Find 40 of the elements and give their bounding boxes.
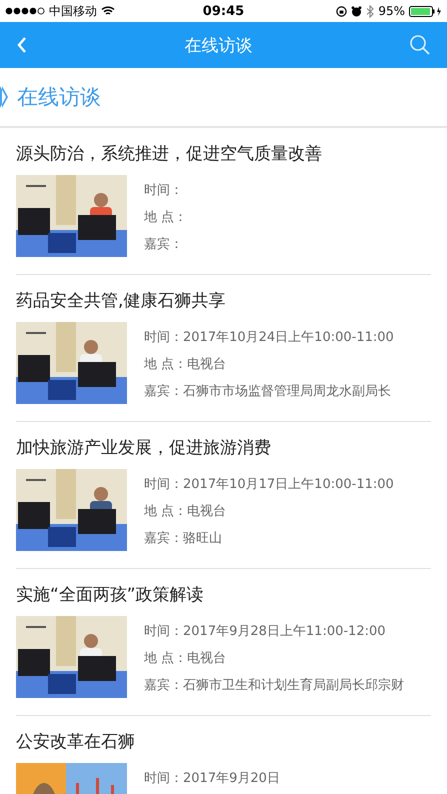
- bluetooth-icon: [366, 4, 374, 18]
- field-label: 时间：: [144, 476, 183, 493]
- field-label: 地 点：: [144, 356, 188, 373]
- interview-title[interactable]: 源头防治，系统推进，促进空气质量改善: [16, 142, 431, 165]
- interview-title[interactable]: 实施“全面两孩”政策解读: [16, 583, 431, 606]
- field-label: 地 点：: [144, 503, 188, 520]
- field-value: 2017年10月24日上午10:00-11:00: [183, 329, 394, 346]
- field-value: 石狮市市场监督管理局周龙水副局长: [183, 383, 391, 400]
- field-value: 骆旺山: [183, 530, 222, 547]
- field-value: 2017年9月20日: [183, 770, 280, 787]
- interview-title[interactable]: 药品安全共管,健康石狮共享: [16, 289, 431, 312]
- field-label: 时间：: [144, 182, 183, 199]
- page-title: 在线访谈: [184, 34, 252, 56]
- field-value: 电视台: [187, 650, 226, 667]
- field-value: 石狮市卫生和计划生育局副局长邱宗财: [183, 676, 404, 694]
- field-label: 地 点：: [144, 650, 188, 667]
- interview-title[interactable]: 公安改革在石狮: [16, 730, 431, 753]
- field-label: 嘉宾：: [144, 236, 183, 253]
- field-value: 2017年10月17日上午10:00-11:00: [183, 476, 394, 493]
- battery-percent: 95%: [378, 4, 405, 18]
- field-label: 嘉宾：: [144, 530, 183, 547]
- field-value: 电视台: [187, 356, 226, 373]
- field-label: 地 点：: [144, 209, 188, 226]
- signal-icon: [5, 7, 45, 15]
- field-value: 2017年9月28日上午11:00-12:00: [183, 623, 386, 640]
- field-label: 嘉宾：: [144, 383, 183, 400]
- rotation-lock-icon: [336, 6, 348, 16]
- battery-charging-icon: [409, 6, 442, 16]
- alarm-icon: [351, 6, 362, 16]
- field-label: 时间：: [144, 329, 183, 346]
- interview-title[interactable]: 加快旅游产业发展，促进旅游消费: [16, 436, 431, 459]
- field-label: 时间：: [144, 770, 183, 787]
- section-title: 在线访谈: [17, 84, 101, 111]
- field-label: 时间：: [144, 623, 183, 640]
- section-marker-icon: [0, 86, 8, 108]
- carrier-name: 中国移动: [49, 2, 97, 20]
- field-value: 电视台: [187, 503, 226, 520]
- field-label: 嘉宾：: [144, 677, 183, 694]
- clock-time: 09:45: [202, 4, 244, 18]
- wifi-icon: [101, 6, 115, 16]
